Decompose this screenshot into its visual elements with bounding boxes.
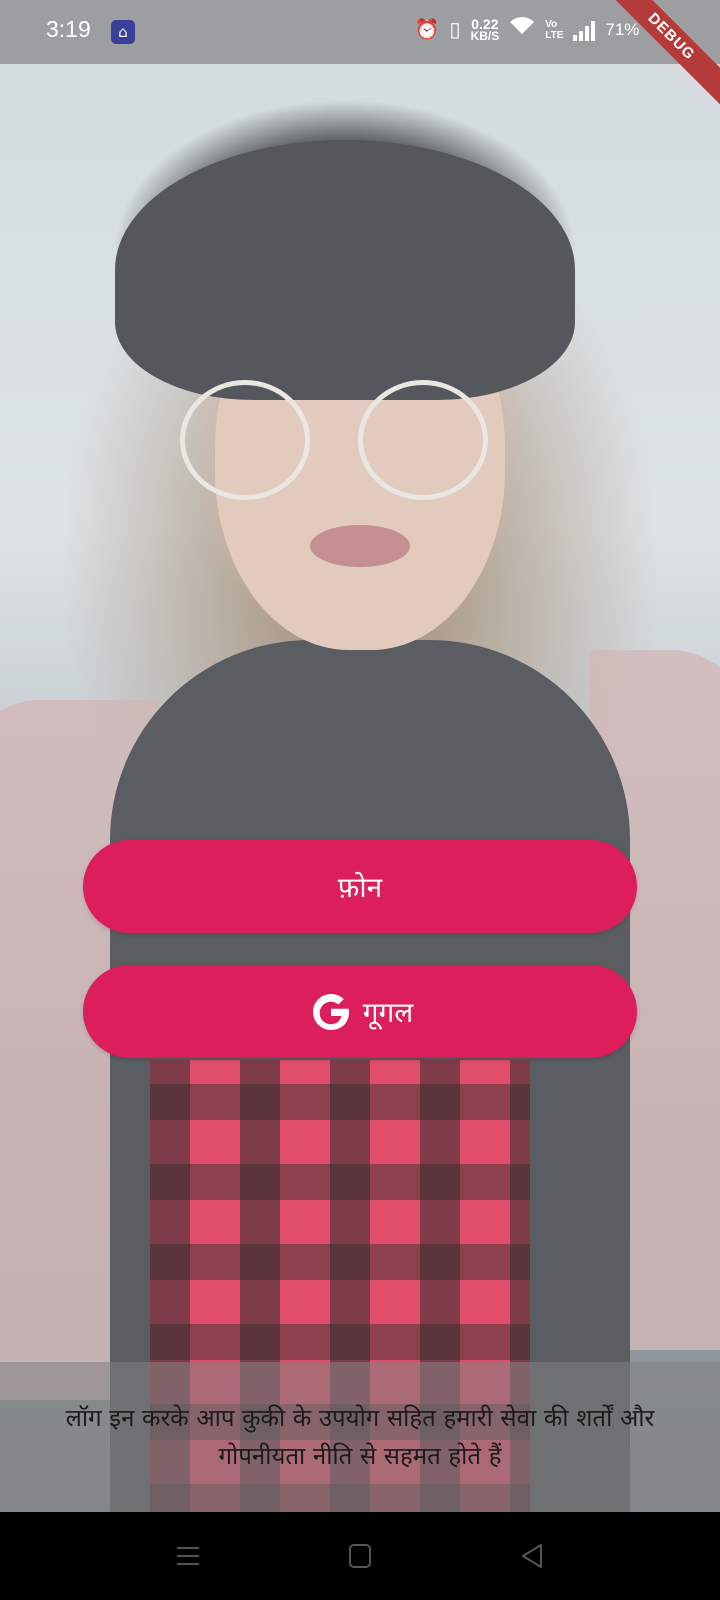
- terms-notice: लॉग इन करके आप कुकी के उपयोग सहित हमारी …: [0, 1362, 720, 1512]
- volte-indicator: Vo LTE: [545, 19, 564, 41]
- status-icons: ⏰ ▯ 0.22 KB/S Vo LTE 71% ϟ: [415, 16, 660, 44]
- alarm-icon: ⏰: [414, 19, 440, 41]
- app-notification-icon: ⌂: [111, 20, 135, 44]
- network-speed: 0.22 KB/S: [470, 16, 500, 43]
- google-icon: [307, 988, 355, 1036]
- recent-apps-icon[interactable]: [171, 1540, 205, 1572]
- login-screen: 3:19 ⌂ ⏰ ▯ 0.22 KB/S Vo LTE 71% DEBUG फ़…: [0, 0, 720, 1600]
- home-icon[interactable]: [343, 1540, 377, 1572]
- status-bar: 3:19 ⌂ ⏰ ▯ 0.22 KB/S Vo LTE 71%: [0, 0, 720, 64]
- terms-text: लॉग इन करके आप कुकी के उपयोग सहित हमारी …: [65, 1404, 655, 1470]
- vibrate-icon: ▯: [449, 19, 461, 41]
- google-login-label: गूगल: [362, 995, 414, 1029]
- battery-level: 71%: [605, 20, 640, 39]
- phone-login-label: फ़ोन: [337, 870, 383, 904]
- wifi-icon: [509, 16, 535, 44]
- google-login-button[interactable]: गूगल: [83, 965, 637, 1058]
- navigation-bar: [0, 1512, 720, 1600]
- background-photo: [0, 0, 720, 1520]
- status-time: 3:19: [46, 16, 91, 42]
- signal-icon: [573, 19, 596, 41]
- phone-login-button[interactable]: फ़ोन: [83, 840, 637, 933]
- back-icon[interactable]: [515, 1540, 549, 1572]
